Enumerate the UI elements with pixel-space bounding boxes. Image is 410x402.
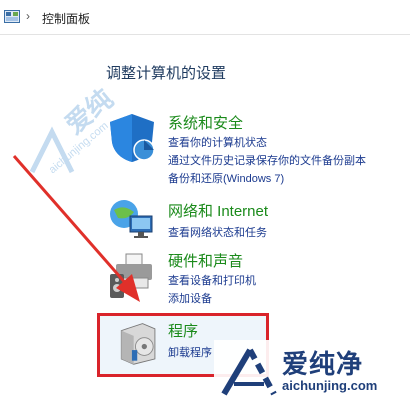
link-add-device[interactable]: 添加设备 bbox=[168, 290, 212, 306]
watermark-logo-icon bbox=[29, 126, 75, 174]
shield-icon bbox=[110, 114, 155, 162]
control-panel-icon bbox=[4, 10, 20, 23]
site-logo: 爱纯净 aichunjing.com bbox=[214, 340, 410, 402]
logo-text: 爱纯净 bbox=[282, 349, 364, 379]
logo-url: aichunjing.com bbox=[282, 378, 378, 393]
link-backup-restore[interactable]: 备份和还原(Windows 7) bbox=[168, 170, 284, 186]
category-title-system-security[interactable]: 系统和安全 bbox=[168, 112, 243, 133]
link-network-status[interactable]: 查看网络状态和任务 bbox=[168, 224, 267, 240]
link-view-computer-status[interactable]: 查看你的计算机状态 bbox=[168, 134, 267, 150]
link-devices-printers[interactable]: 查看设备和打印机 bbox=[168, 272, 256, 288]
page-title: 调整计算机的设置 bbox=[106, 65, 227, 82]
link-file-history[interactable]: 通过文件历史记录保存你的文件备份副本 bbox=[168, 152, 366, 168]
category-title-hardware-sound[interactable]: 硬件和声音 bbox=[168, 250, 243, 271]
breadcrumb-control-panel[interactable]: 控制面板 bbox=[42, 10, 90, 27]
address-bar[interactable]: › 控制面板 bbox=[0, 0, 410, 35]
logo-mark-icon bbox=[221, 348, 277, 396]
network-globe-icon bbox=[110, 200, 153, 238]
printer-speaker-icon bbox=[110, 253, 152, 298]
category-title-network-internet[interactable]: 网络和 Internet bbox=[168, 200, 268, 221]
breadcrumb-chevron-icon[interactable]: › bbox=[26, 9, 30, 23]
watermark-url: aichunjing.com bbox=[46, 119, 111, 177]
